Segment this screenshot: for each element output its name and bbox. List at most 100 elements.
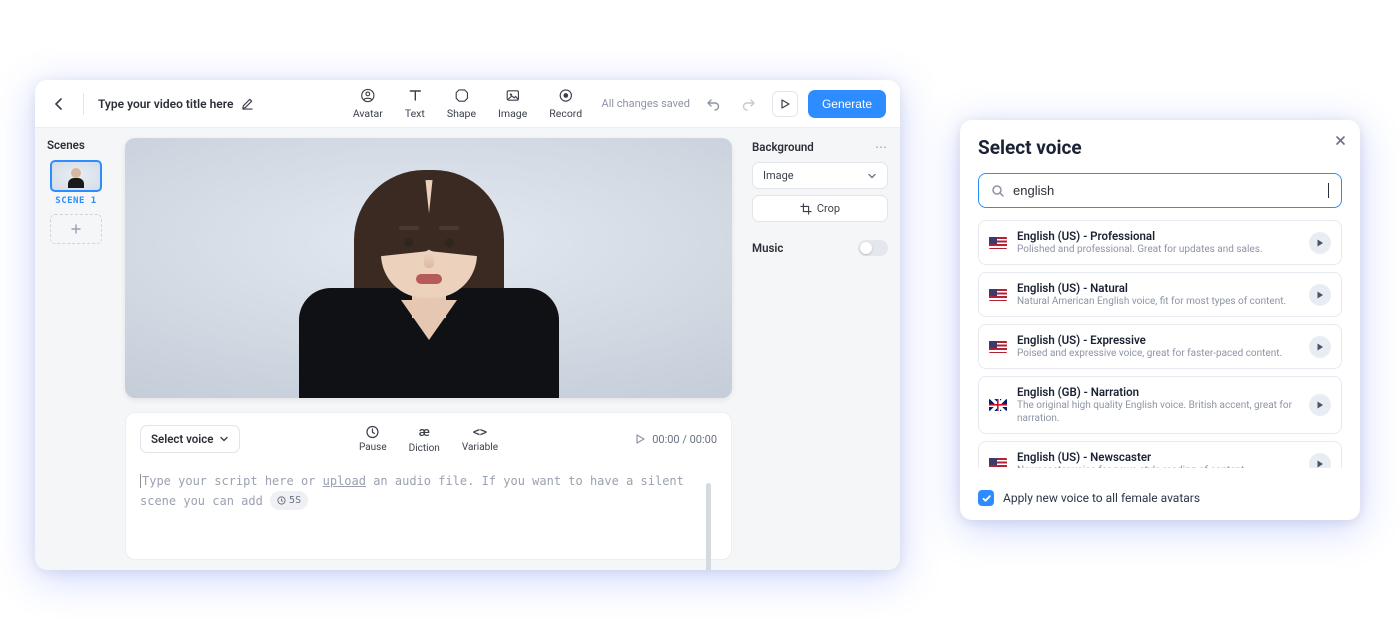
voice-name: English (US) - Newscaster bbox=[1017, 450, 1299, 464]
time-display: 00:00 / 00:00 bbox=[652, 433, 717, 446]
play-icon bbox=[1316, 401, 1324, 409]
scene-thumbnail[interactable] bbox=[50, 160, 102, 192]
voice-option[interactable]: English (US) - Natural Natural American … bbox=[978, 272, 1342, 317]
play-icon bbox=[1316, 343, 1324, 351]
canvas-area: Select voice Pause æ Diction bbox=[117, 128, 740, 570]
play-icon bbox=[1316, 460, 1324, 468]
script-placeholder-1: Type your script here or bbox=[142, 474, 323, 488]
close-modal-button[interactable] bbox=[1330, 130, 1350, 150]
flag-gb-icon bbox=[989, 399, 1007, 411]
play-outline-icon[interactable] bbox=[634, 433, 646, 445]
voice-option[interactable]: English (US) - Expressive Poised and exp… bbox=[978, 324, 1342, 369]
voice-search-input[interactable] bbox=[1013, 183, 1320, 198]
modal-title: Select voice bbox=[978, 136, 1342, 159]
background-section-title: Background bbox=[752, 140, 814, 154]
title-area[interactable]: Type your video title here bbox=[98, 97, 254, 111]
header-right: All changes saved Generate bbox=[602, 90, 886, 118]
insert-toolbar: Avatar Text Shape Image Record bbox=[353, 87, 582, 120]
voice-play-button[interactable] bbox=[1309, 336, 1331, 358]
header-divider bbox=[83, 93, 84, 115]
crop-icon bbox=[800, 203, 812, 215]
insert-shape-button[interactable]: Shape bbox=[447, 87, 476, 120]
voice-play-button[interactable] bbox=[1309, 284, 1331, 306]
insert-avatar-button[interactable]: Avatar bbox=[353, 87, 383, 120]
record-icon bbox=[558, 87, 574, 103]
voice-name: English (US) - Professional bbox=[1017, 229, 1299, 243]
insert-image-label: Image bbox=[498, 107, 527, 120]
avatar-figure[interactable] bbox=[299, 148, 559, 398]
back-button[interactable] bbox=[49, 94, 69, 114]
select-voice-label: Select voice bbox=[151, 432, 213, 446]
shape-icon bbox=[453, 87, 469, 103]
play-icon bbox=[1316, 291, 1324, 299]
add-scene-button[interactable] bbox=[50, 214, 102, 244]
background-type-value: Image bbox=[763, 169, 794, 182]
voice-option[interactable]: English (US) - Professional Polished and… bbox=[978, 220, 1342, 265]
background-type-select[interactable]: Image bbox=[752, 162, 888, 189]
pause-chip: 5S bbox=[270, 491, 308, 510]
voice-option[interactable]: English (GB) - Narration The original hi… bbox=[978, 376, 1342, 434]
select-voice-button[interactable]: Select voice bbox=[140, 425, 240, 453]
play-icon bbox=[1316, 239, 1324, 247]
scenes-panel: Scenes SCENE 1 bbox=[35, 128, 117, 570]
diction-icon: æ bbox=[419, 425, 430, 440]
voice-description: Polished and professional. Great for upd… bbox=[1017, 243, 1299, 256]
script-diction-button[interactable]: æ Diction bbox=[409, 425, 440, 454]
pause-label: Pause bbox=[359, 442, 387, 453]
music-section-title: Music bbox=[752, 241, 783, 255]
text-icon bbox=[407, 87, 423, 103]
voice-description: The original high quality English voice.… bbox=[1017, 399, 1299, 425]
music-toggle[interactable] bbox=[858, 240, 888, 256]
text-cursor bbox=[1328, 183, 1329, 198]
voice-list: English (US) - Professional Polished and… bbox=[978, 220, 1342, 468]
voice-search-field[interactable] bbox=[978, 173, 1342, 208]
canvas-stage[interactable] bbox=[125, 138, 732, 398]
close-icon bbox=[1335, 135, 1346, 146]
script-panel: Select voice Pause æ Diction bbox=[125, 412, 732, 560]
script-timer: 00:00 / 00:00 bbox=[634, 433, 717, 446]
script-textarea[interactable]: Type your script here or upload an audio… bbox=[140, 471, 717, 512]
voice-play-button[interactable] bbox=[1309, 394, 1331, 416]
voice-play-button[interactable] bbox=[1309, 232, 1331, 254]
background-menu-button[interactable]: ⋯ bbox=[875, 140, 888, 154]
voice-description: Newscaster voice for news-style reading … bbox=[1017, 464, 1299, 468]
script-pause-button[interactable]: Pause bbox=[359, 425, 387, 454]
variable-label: Variable bbox=[462, 442, 498, 453]
crop-button[interactable]: Crop bbox=[752, 195, 888, 222]
video-editor-window: Type your video title here Avatar Text S… bbox=[35, 80, 900, 570]
voice-description: Poised and expressive voice, great for f… bbox=[1017, 347, 1299, 360]
insert-text-button[interactable]: Text bbox=[405, 87, 425, 120]
chevron-down-icon bbox=[219, 434, 229, 444]
undo-icon bbox=[706, 97, 720, 111]
edit-title-icon[interactable] bbox=[241, 97, 254, 110]
preview-button[interactable] bbox=[772, 91, 798, 117]
insert-text-label: Text bbox=[405, 107, 425, 120]
upload-link[interactable]: upload bbox=[323, 474, 366, 488]
flag-us-icon bbox=[989, 341, 1007, 353]
script-variable-button[interactable]: <> Variable bbox=[462, 425, 498, 454]
diction-label: Diction bbox=[409, 443, 440, 454]
voice-play-button[interactable] bbox=[1309, 453, 1331, 469]
redo-icon bbox=[742, 97, 756, 111]
apply-all-checkbox[interactable] bbox=[978, 490, 994, 506]
insert-image-button[interactable]: Image bbox=[498, 87, 527, 120]
flag-us-icon bbox=[989, 237, 1007, 249]
voice-name: English (US) - Natural bbox=[1017, 281, 1299, 295]
flag-us-icon bbox=[989, 458, 1007, 469]
video-title-input[interactable]: Type your video title here bbox=[98, 97, 233, 111]
clock-small-icon bbox=[277, 496, 286, 505]
flag-us-icon bbox=[989, 289, 1007, 301]
voice-option[interactable]: English (US) - Newscaster Newscaster voi… bbox=[978, 441, 1342, 468]
insert-record-button[interactable]: Record bbox=[549, 87, 582, 120]
insert-shape-label: Shape bbox=[447, 107, 476, 120]
scrollbar[interactable] bbox=[706, 483, 711, 570]
play-icon bbox=[779, 98, 791, 110]
select-voice-modal: Select voice English (US) - Professional… bbox=[960, 120, 1360, 520]
clock-icon bbox=[366, 425, 380, 439]
generate-button[interactable]: Generate bbox=[808, 90, 886, 118]
redo-button[interactable] bbox=[736, 91, 762, 117]
undo-button[interactable] bbox=[700, 91, 726, 117]
voice-name: English (US) - Expressive bbox=[1017, 333, 1299, 347]
scenes-panel-title: Scenes bbox=[43, 138, 109, 152]
insert-record-label: Record bbox=[549, 107, 582, 120]
